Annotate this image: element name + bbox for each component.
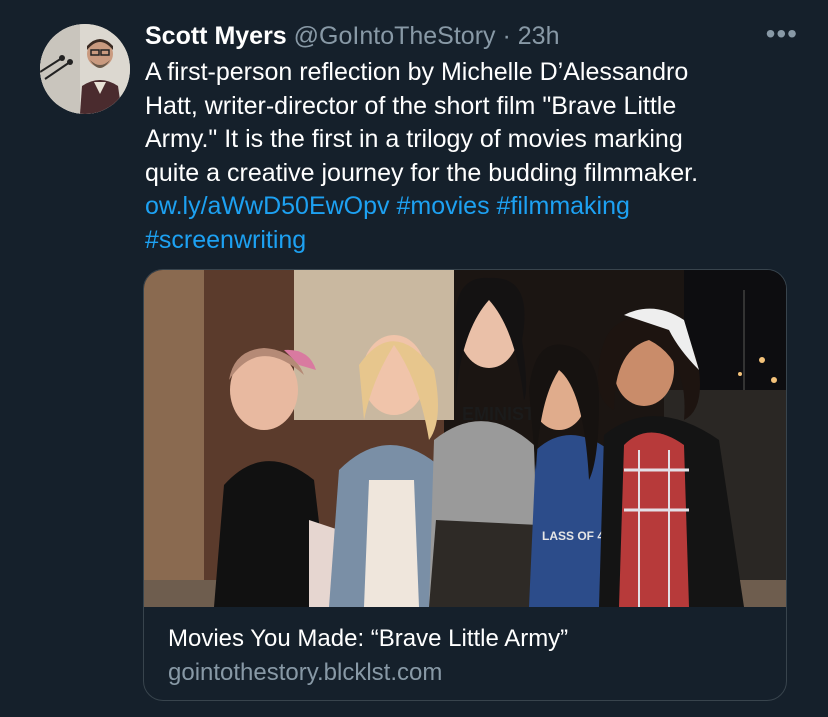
- tweet-link[interactable]: ow.ly/aWwD50EwOpv: [145, 192, 390, 220]
- tweet-text-line: A first-person reflection by Michelle D’…: [145, 58, 689, 86]
- avatar-photo: [40, 24, 130, 114]
- hashtag-screenwriting[interactable]: #screenwriting: [145, 226, 306, 254]
- tweet-text-line: Army." It is the first in a trilogy of m…: [145, 125, 683, 153]
- link-card[interactable]: EMINIST LASS OF 44 Movies You Made: “Bra…: [143, 269, 787, 701]
- tweet-text-line: quite a creative journey for the budding…: [145, 158, 699, 187]
- tweet-header: Scott Myers @GoIntoTheStory · 23h: [145, 20, 559, 52]
- author-name[interactable]: Scott Myers: [145, 22, 287, 50]
- tweet-text-line: Hatt, writer-director of the short film …: [145, 91, 677, 120]
- shirt-text-class: LASS OF 44: [542, 529, 611, 543]
- hashtag-movies[interactable]: #movies: [396, 192, 489, 220]
- tweet-time[interactable]: 23h: [518, 22, 560, 50]
- hashtag-filmmaking[interactable]: #filmmaking: [497, 192, 630, 220]
- author-handle[interactable]: @GoIntoTheStory: [294, 22, 496, 50]
- card-caption[interactable]: Movies You Made: “Brave Little Army” goi…: [144, 607, 786, 700]
- card-photo[interactable]: EMINIST LASS OF 44: [144, 270, 787, 607]
- tweet-text: A first-person reflection by Michelle D’…: [145, 56, 785, 257]
- tweet-links-line: #screenwriting: [145, 224, 785, 258]
- tweet-links-line: ow.ly/aWwD50EwOpv #movies #filmmaking: [145, 190, 785, 224]
- separator-glyph: ·: [502, 22, 511, 50]
- card-title[interactable]: Movies You Made: “Brave Little Army”: [168, 625, 568, 653]
- more-options-icon[interactable]: •••: [766, 20, 798, 48]
- separator-dot: ·: [496, 22, 518, 50]
- avatar[interactable]: [40, 24, 130, 114]
- shirt-text-feminist: EMINIST: [462, 404, 535, 424]
- card-domain[interactable]: gointothestory.blcklst.com: [168, 659, 442, 687]
